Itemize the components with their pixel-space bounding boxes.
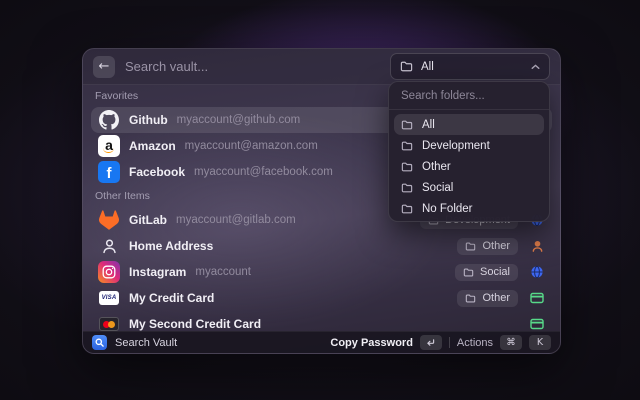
chevron-up-icon: [531, 64, 540, 70]
folder-option-label: Other: [422, 161, 451, 173]
return-key-icon: [420, 335, 442, 350]
folder-badge-label: Other: [482, 240, 510, 252]
folder-icon: [465, 294, 476, 303]
person-icon: [98, 235, 120, 257]
folder-filter-value: All: [421, 61, 434, 73]
folder-option-all[interactable]: All: [394, 114, 544, 135]
folder-filter-dropdown-button[interactable]: All: [390, 53, 550, 80]
facebook-icon: f: [98, 161, 120, 183]
gitlab-icon: [98, 209, 120, 231]
search-input[interactable]: Search vault...: [125, 59, 208, 74]
folder-icon: [401, 162, 413, 172]
folder-icon: [465, 242, 476, 251]
arrow-left-icon: ←: [99, 60, 110, 73]
folder-option-social[interactable]: Social: [394, 177, 544, 198]
person-icon: [529, 238, 545, 254]
back-button[interactable]: ←: [93, 56, 115, 78]
copy-password-action[interactable]: Copy Password: [330, 337, 413, 349]
github-icon: [98, 109, 120, 131]
folder-icon: [401, 120, 413, 130]
item-subtitle: myaccount@amazon.com: [185, 140, 318, 152]
search-bar: ← Search vault... All: [83, 49, 560, 85]
folder-icon: [401, 183, 413, 193]
vault-search-window: ← Search vault... All Favorites Github: [82, 48, 561, 354]
vault-item-my-second-credit-card[interactable]: My Second Credit Card: [91, 311, 552, 331]
credit-card-icon: [529, 316, 545, 331]
divider: [449, 337, 450, 348]
folder-badge: Other: [457, 238, 518, 255]
folder-badge-label: Social: [480, 266, 510, 278]
amazon-icon: a: [98, 135, 120, 157]
folder-option-no-folder[interactable]: No Folder: [394, 198, 544, 219]
item-subtitle: myaccount: [195, 266, 251, 278]
item-title: Amazon: [129, 139, 176, 153]
folder-icon: [401, 204, 413, 214]
status-app-label: Search Vault: [115, 337, 177, 349]
folder-icon: [463, 268, 474, 277]
k-key: K: [529, 335, 551, 350]
item-subtitle: myaccount@facebook.com: [194, 166, 333, 178]
credit-card-icon: [529, 290, 545, 306]
desktop-background: ← Search vault... All Favorites Github: [0, 0, 640, 400]
folder-badge-label: Other: [482, 292, 510, 304]
instagram-icon: [98, 261, 120, 283]
folder-option-list: All Development Other: [389, 110, 549, 222]
item-title: GitLab: [129, 213, 167, 227]
item-title: My Second Credit Card: [129, 317, 261, 331]
vault-item-instagram[interactable]: Instagram myaccount Social: [91, 259, 552, 285]
folder-option-label: No Folder: [422, 203, 473, 215]
item-title: Github: [129, 113, 168, 127]
folder-option-label: All: [422, 119, 435, 131]
vault-item-home-address[interactable]: Home Address Other: [91, 233, 552, 259]
item-subtitle: myaccount@github.com: [177, 114, 301, 126]
folder-option-label: Development: [422, 140, 490, 152]
folder-icon: [400, 61, 413, 72]
item-title: My Credit Card: [129, 291, 214, 305]
folder-option-other[interactable]: Other: [394, 156, 544, 177]
folder-search-input[interactable]: Search folders...: [389, 82, 549, 110]
search-app-icon: [92, 335, 107, 350]
folder-option-label: Social: [422, 182, 453, 194]
mastercard-icon: [98, 313, 120, 331]
visa-card-icon: VISA: [98, 287, 120, 309]
folder-dropdown-panel: Search folders... All Development: [388, 81, 550, 222]
folder-option-development[interactable]: Development: [394, 135, 544, 156]
folder-badge: Social: [455, 264, 518, 281]
globe-icon: [529, 264, 545, 280]
folder-icon: [401, 141, 413, 151]
item-title: Instagram: [129, 265, 186, 279]
command-key: ⌘: [500, 335, 522, 350]
item-title: Facebook: [129, 165, 185, 179]
status-bar: Search Vault Copy Password Actions ⌘ K: [83, 331, 560, 353]
item-subtitle: myaccount@gitlab.com: [176, 214, 296, 226]
vault-item-my-credit-card[interactable]: VISA My Credit Card Other: [91, 285, 552, 311]
actions-menu-button[interactable]: Actions: [457, 337, 493, 349]
folder-badge: Other: [457, 290, 518, 307]
item-title: Home Address: [129, 239, 213, 253]
